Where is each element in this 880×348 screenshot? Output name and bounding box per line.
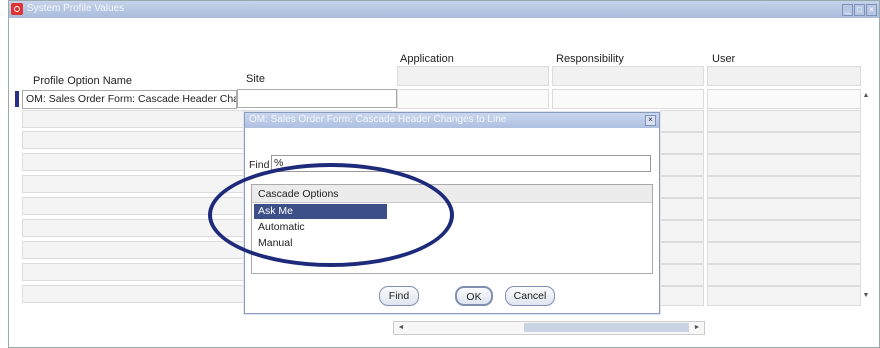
scroll-left-icon[interactable]: ◄ [396, 322, 406, 333]
oracle-logo-icon [11, 3, 23, 15]
horizontal-scrollbar[interactable]: ◄ ► [393, 321, 705, 335]
header-site: Site [246, 73, 265, 85]
user-header-cell [707, 66, 861, 86]
user-column-rows[interactable] [707, 110, 861, 306]
header-profile-option-name: Profile Option Name [33, 75, 133, 87]
scroll-right-icon[interactable]: ► [692, 322, 702, 333]
highlight-ellipse [208, 163, 454, 267]
maximize-icon[interactable]: □ [854, 4, 865, 16]
horizontal-scroll-thumb[interactable] [524, 323, 689, 332]
scroll-up-icon[interactable]: ▲ [862, 92, 870, 100]
application-header-cell [397, 66, 549, 86]
responsibility-column-rows[interactable] [660, 110, 704, 306]
close-window-icon[interactable]: × [866, 4, 877, 16]
header-responsibility: Responsibility [556, 53, 624, 65]
header-user: User [712, 53, 736, 65]
site-value-field[interactable] [237, 89, 397, 108]
user-cell[interactable] [707, 89, 861, 109]
window-title-bar[interactable]: System Profile Values _ □ × [9, 1, 879, 18]
scroll-down-icon[interactable]: ▼ [862, 292, 870, 300]
vertical-scrollbar[interactable]: ▲ ▼ [862, 82, 870, 304]
current-record-indicator [15, 91, 19, 107]
header-application: Application [400, 53, 454, 65]
minimize-icon[interactable]: _ [842, 4, 853, 16]
dialog-title-bar[interactable]: OM: Sales Order Form: Cascade Header Cha… [245, 113, 659, 128]
responsibility-cell[interactable] [552, 89, 704, 109]
ok-button[interactable]: OK [455, 286, 493, 306]
window-controls: _ □ × [841, 3, 877, 16]
window-title: System Profile Values [27, 3, 125, 14]
application-cell[interactable] [397, 89, 549, 109]
find-label: Find [249, 159, 270, 171]
cancel-button[interactable]: Cancel [505, 286, 555, 306]
profile-option-name-field[interactable]: OM: Sales Order Form: Cascade Header Cha… [22, 90, 237, 109]
dialog-close-icon[interactable]: × [645, 115, 656, 126]
responsibility-header-cell [552, 66, 704, 86]
dialog-title: OM: Sales Order Form: Cascade Header Cha… [249, 114, 507, 125]
find-button[interactable]: Find [379, 286, 419, 306]
